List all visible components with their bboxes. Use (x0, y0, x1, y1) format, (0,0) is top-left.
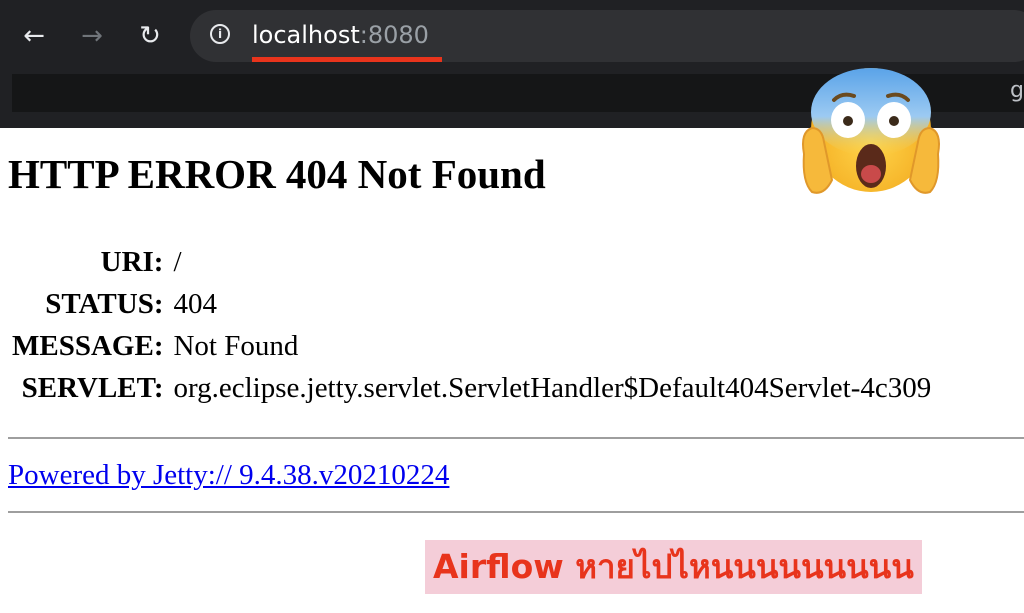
uri-label: URI: (100, 246, 164, 278)
back-arrow-icon[interactable]: ← (18, 20, 50, 52)
divider-top (8, 437, 1024, 439)
uri-value: / (173, 246, 182, 278)
message-label: MESSAGE: (12, 330, 164, 362)
page-title: HTTP ERROR 404 Not Found (8, 151, 546, 197)
info-icon[interactable]: i (210, 24, 230, 44)
url-text[interactable]: localhost:8080 (252, 20, 429, 50)
divider-bottom (8, 511, 1024, 513)
caption-banner: Airflow หายไปไหนนนนนนนนน (425, 540, 922, 594)
powered-by-jetty-link[interactable]: Powered by Jetty:// 9.4.38.v20210224 (8, 455, 449, 495)
table-row: SERVLET: org.eclipse.jetty.servlet.Servl… (12, 368, 932, 408)
bookmark-item[interactable]: g (1010, 78, 1024, 103)
message-value: Not Found (173, 330, 299, 362)
forward-arrow-icon[interactable]: → (76, 20, 108, 52)
status-label: STATUS: (45, 288, 164, 320)
table-row: STATUS: 404 (12, 284, 931, 324)
error-details-table: URI: / STATUS: 404 MESSAGE: Not Found SE… (8, 240, 935, 410)
url-highlight-underline (252, 57, 442, 62)
reload-icon[interactable]: ↻ (134, 20, 166, 52)
url-host: localhost (252, 21, 360, 49)
servlet-value: org.eclipse.jetty.servlet.ServletHandler… (173, 372, 932, 404)
servlet-label: SERVLET: (21, 372, 164, 404)
table-row: MESSAGE: Not Found (12, 326, 931, 366)
address-bar[interactable]: i localhost:8080 (190, 10, 1024, 62)
table-row: URI: / (12, 242, 931, 282)
screaming-face-emoji (802, 68, 940, 194)
status-value: 404 (173, 288, 217, 320)
url-port: :8080 (359, 21, 429, 49)
